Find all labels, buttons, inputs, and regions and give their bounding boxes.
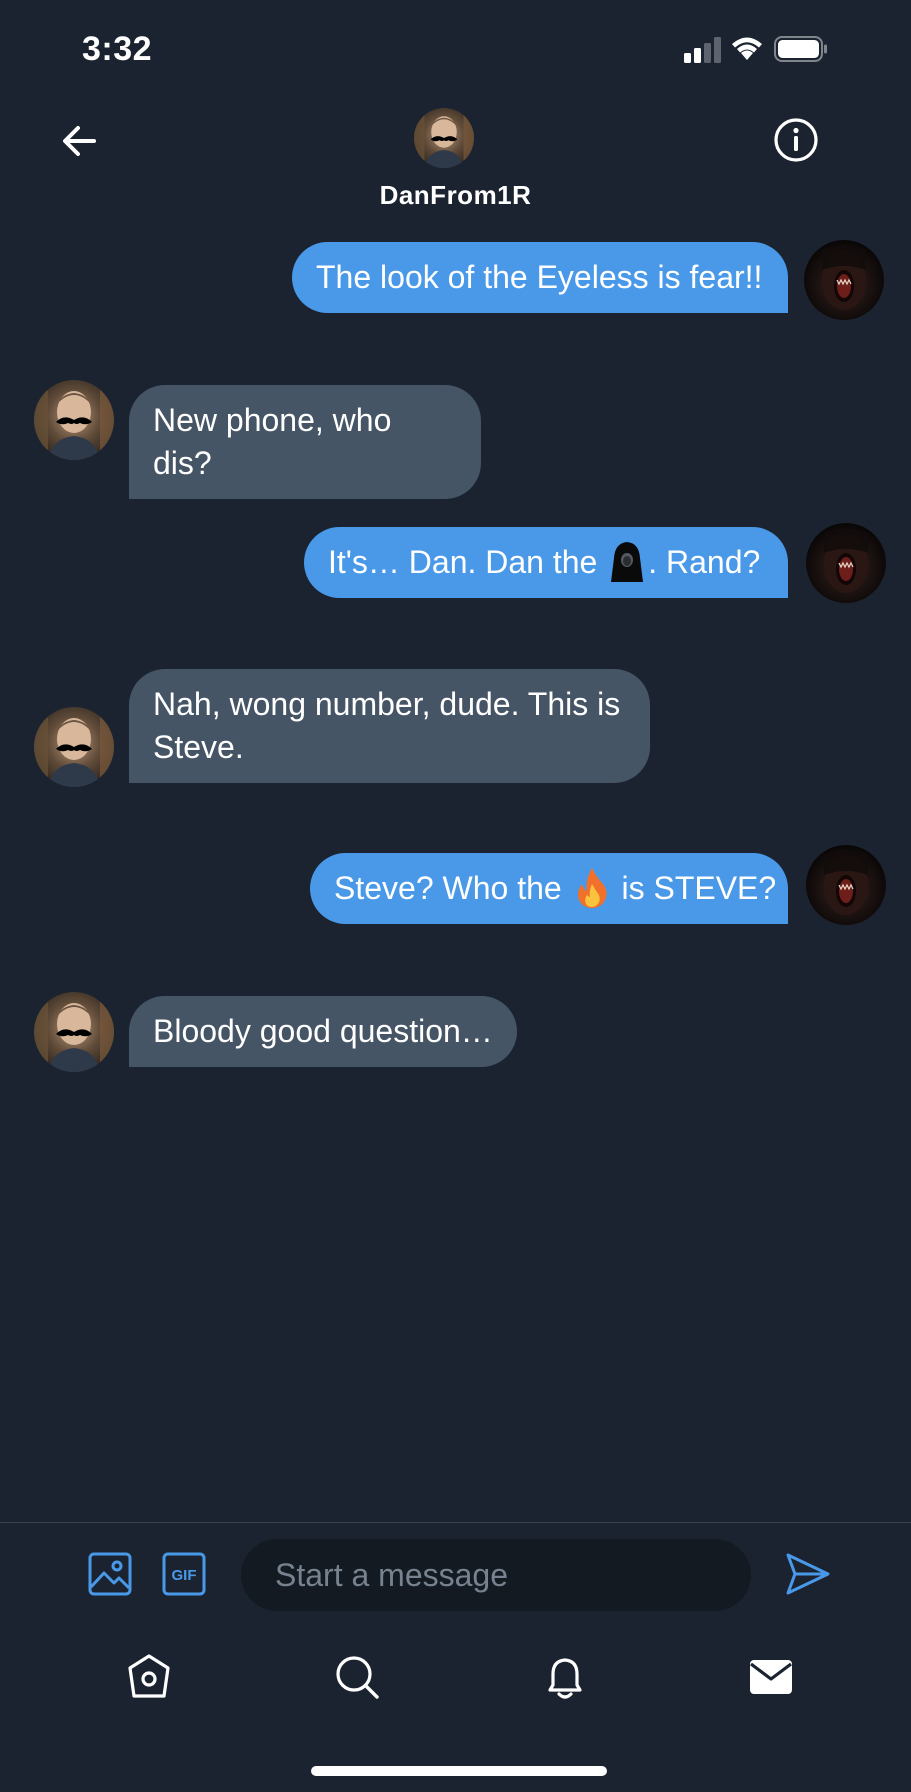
battery-icon <box>774 36 827 62</box>
conversation-title[interactable]: DanFrom1R <box>0 180 911 211</box>
cellular-signal-icon <box>684 37 721 63</box>
message-text: Steve? Who the <box>334 870 562 906</box>
message-text: The look of the Eyeless is fear!! <box>316 259 763 295</box>
status-bar: 3:32 <box>0 0 911 100</box>
outgoing-message-bubble[interactable]: The look of the Eyeless is fear!! <box>292 242 788 313</box>
gif-icon[interactable]: GIF <box>162 1552 206 1596</box>
bottom-tab-bar <box>0 1640 911 1720</box>
mail-icon[interactable] <box>746 1652 796 1702</box>
message-input[interactable] <box>241 1539 751 1611</box>
home-icon[interactable] <box>124 1652 174 1702</box>
hooded-figure-icon <box>611 541 644 582</box>
my-avatar[interactable] <box>804 240 884 320</box>
contact-avatar[interactable] <box>34 707 114 787</box>
send-icon[interactable] <box>784 1550 832 1598</box>
my-avatar[interactable] <box>806 523 886 603</box>
message-text: It's… Dan. Dan the <box>328 544 598 580</box>
bell-icon[interactable] <box>540 1652 590 1702</box>
arrow-left-icon[interactable] <box>56 118 106 164</box>
contact-avatar[interactable] <box>34 380 114 460</box>
status-time: 3:32 <box>82 30 153 68</box>
svg-text:GIF: GIF <box>172 1567 197 1584</box>
header-avatar[interactable] <box>414 108 474 168</box>
message-text: is STEVE? <box>621 870 777 906</box>
conversation-header: DanFrom1R <box>0 100 911 218</box>
outgoing-message-bubble[interactable]: Steve? Who the is STEVE? <box>310 853 788 924</box>
incoming-message-bubble[interactable]: Bloody good question… <box>129 996 517 1067</box>
incoming-message-bubble[interactable]: New phone, who dis? <box>129 385 481 499</box>
message-text: . Rand? <box>648 544 761 580</box>
fire-icon <box>577 867 607 908</box>
image-icon[interactable] <box>88 1552 132 1596</box>
contact-avatar[interactable] <box>34 992 114 1072</box>
search-icon[interactable] <box>332 1652 382 1702</box>
home-indicator <box>311 1766 607 1776</box>
my-avatar[interactable] <box>806 845 886 925</box>
composer-divider <box>0 1522 911 1523</box>
outgoing-message-bubble[interactable]: It's… Dan. Dan the . Rand? <box>304 527 788 598</box>
message-text-line: Nah, wong number, dude. This is <box>153 686 621 722</box>
message-text-line: Steve. <box>153 729 244 765</box>
wifi-icon <box>732 37 762 60</box>
message-text: New phone, who dis? <box>153 402 392 481</box>
message-text: Bloody good question… <box>153 1013 493 1049</box>
info-icon[interactable] <box>772 116 820 164</box>
incoming-message-bubble[interactable]: Nah, wong number, dude. This is Steve. <box>129 669 650 783</box>
